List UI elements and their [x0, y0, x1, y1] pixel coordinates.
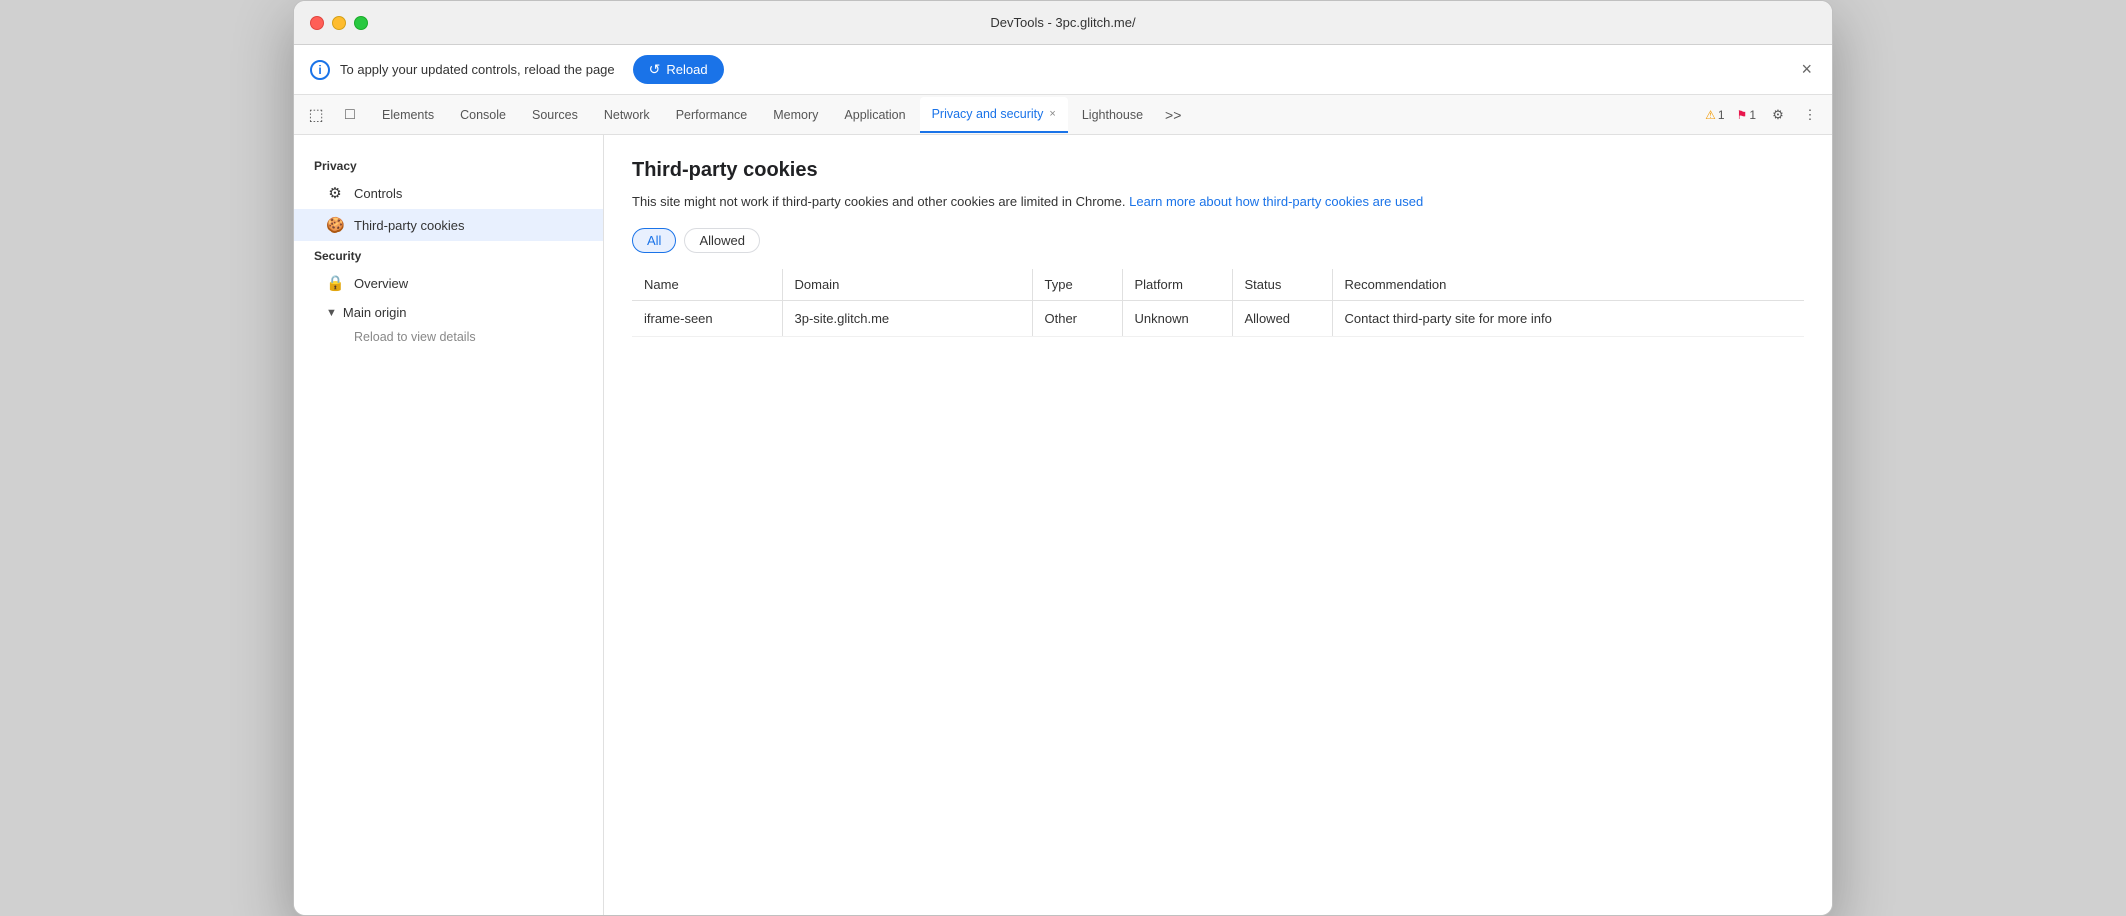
notification-text: To apply your updated controls, reload t…: [340, 62, 615, 77]
cell-recommendation: Contact third-party site for more info: [1332, 300, 1804, 336]
page-title: Third-party cookies: [632, 159, 1804, 182]
info-icon: i: [310, 60, 330, 80]
tab-application[interactable]: Application: [832, 97, 917, 133]
tab-privacy-and-security[interactable]: Privacy and security ×: [920, 97, 1068, 133]
maximize-button[interactable]: [354, 16, 368, 30]
chevron-icon: ▼: [326, 307, 337, 319]
table-body: iframe-seen 3p-site.glitch.me Other Unkn…: [632, 300, 1804, 336]
tab-memory-label: Memory: [773, 108, 818, 122]
traffic-lights: [310, 16, 368, 30]
overview-label: Overview: [354, 276, 408, 291]
sidebar: Privacy ⚙ Controls 🍪 Third-party cookies…: [294, 135, 604, 915]
col-header-recommendation: Recommendation: [1332, 269, 1804, 301]
tab-privacy-label: Privacy and security: [932, 107, 1044, 121]
col-header-domain: Domain: [782, 269, 1032, 301]
tab-performance[interactable]: Performance: [664, 97, 760, 133]
warning-icon: ⚠: [1705, 108, 1716, 122]
privacy-section-title: Privacy: [294, 151, 603, 177]
minimize-button[interactable]: [332, 16, 346, 30]
warning-badge[interactable]: ⚠ 1: [1701, 106, 1728, 124]
main-layout: Privacy ⚙ Controls 🍪 Third-party cookies…: [294, 135, 1832, 915]
tab-application-label: Application: [844, 108, 905, 122]
reload-to-view-text: Reload to view details: [354, 330, 476, 344]
sidebar-item-main-origin[interactable]: ▼ Main origin: [294, 299, 603, 326]
notification-close-button[interactable]: ×: [1797, 59, 1816, 80]
tab-lighthouse[interactable]: Lighthouse: [1070, 97, 1155, 133]
tab-performance-label: Performance: [676, 108, 748, 122]
tab-close-icon[interactable]: ×: [1049, 108, 1055, 120]
col-header-name: Name: [632, 269, 782, 301]
reload-button[interactable]: ↺ Reload: [633, 55, 724, 84]
cell-type: Other: [1032, 300, 1122, 336]
tabs-bar: ⬚ □ Elements Console Sources Network Per…: [294, 95, 1832, 135]
col-header-type: Type: [1032, 269, 1122, 301]
col-header-status: Status: [1232, 269, 1332, 301]
devtools-window: DevTools - 3pc.glitch.me/ i To apply you…: [293, 0, 1833, 916]
sidebar-item-controls[interactable]: ⚙ Controls: [294, 177, 603, 209]
devtools-select-icon[interactable]: ⬚: [302, 101, 330, 129]
filter-all-button[interactable]: All: [632, 228, 676, 253]
filter-bar: All Allowed: [632, 228, 1804, 253]
filter-allowed-button[interactable]: Allowed: [684, 228, 760, 253]
titlebar: DevTools - 3pc.glitch.me/: [294, 1, 1832, 45]
content-area: Third-party cookies This site might not …: [604, 135, 1832, 915]
tab-memory[interactable]: Memory: [761, 97, 830, 133]
notification-bar: i To apply your updated controls, reload…: [294, 45, 1832, 95]
controls-icon: ⚙: [326, 184, 344, 202]
error-count: 1: [1749, 108, 1756, 122]
error-badge[interactable]: ⚑ 1: [1733, 106, 1760, 124]
tab-more-button[interactable]: >>: [1157, 107, 1189, 123]
cookies-icon: 🍪: [326, 216, 344, 234]
error-icon: ⚑: [1737, 108, 1748, 122]
cell-platform: Unknown: [1122, 300, 1232, 336]
sidebar-item-overview[interactable]: 🔒 Overview: [294, 267, 603, 299]
cookies-table: Name Domain Type Platform Status Recomme…: [632, 269, 1804, 337]
tab-console-label: Console: [460, 108, 506, 122]
table-row[interactable]: iframe-seen 3p-site.glitch.me Other Unkn…: [632, 300, 1804, 336]
third-party-cookies-label: Third-party cookies: [354, 218, 465, 233]
tab-lighthouse-label: Lighthouse: [1082, 108, 1143, 122]
devtools-device-icon[interactable]: □: [336, 101, 364, 129]
reload-icon: ↺: [649, 61, 661, 78]
sidebar-item-third-party-cookies[interactable]: 🍪 Third-party cookies: [294, 209, 603, 241]
settings-button[interactable]: ⚙: [1764, 101, 1792, 129]
tab-network[interactable]: Network: [592, 97, 662, 133]
tab-console[interactable]: Console: [448, 97, 518, 133]
close-button[interactable]: [310, 16, 324, 30]
more-options-button[interactable]: ⋮: [1796, 101, 1824, 129]
cell-domain: 3p-site.glitch.me: [782, 300, 1032, 336]
tab-elements-label: Elements: [382, 108, 434, 122]
tab-sources-label: Sources: [532, 108, 578, 122]
sidebar-item-reload: Reload to view details: [294, 326, 603, 348]
main-origin-label: Main origin: [343, 305, 407, 320]
table-header-row: Name Domain Type Platform Status Recomme…: [632, 269, 1804, 301]
cell-name: iframe-seen: [632, 300, 782, 336]
lock-icon: 🔒: [326, 274, 344, 292]
window-title: DevTools - 3pc.glitch.me/: [990, 15, 1135, 30]
tab-elements[interactable]: Elements: [370, 97, 446, 133]
tab-network-label: Network: [604, 108, 650, 122]
tab-sources[interactable]: Sources: [520, 97, 590, 133]
controls-label: Controls: [354, 186, 402, 201]
warning-count: 1: [1718, 108, 1725, 122]
cell-status: Allowed: [1232, 300, 1332, 336]
content-description: This site might not work if third-party …: [632, 192, 1804, 212]
tab-actions: ⚠ 1 ⚑ 1 ⚙ ⋮: [1701, 101, 1824, 129]
security-section-title: Security: [294, 241, 603, 267]
reload-label: Reload: [666, 62, 707, 77]
col-header-platform: Platform: [1122, 269, 1232, 301]
learn-more-link[interactable]: Learn more about how third-party cookies…: [1129, 194, 1423, 209]
